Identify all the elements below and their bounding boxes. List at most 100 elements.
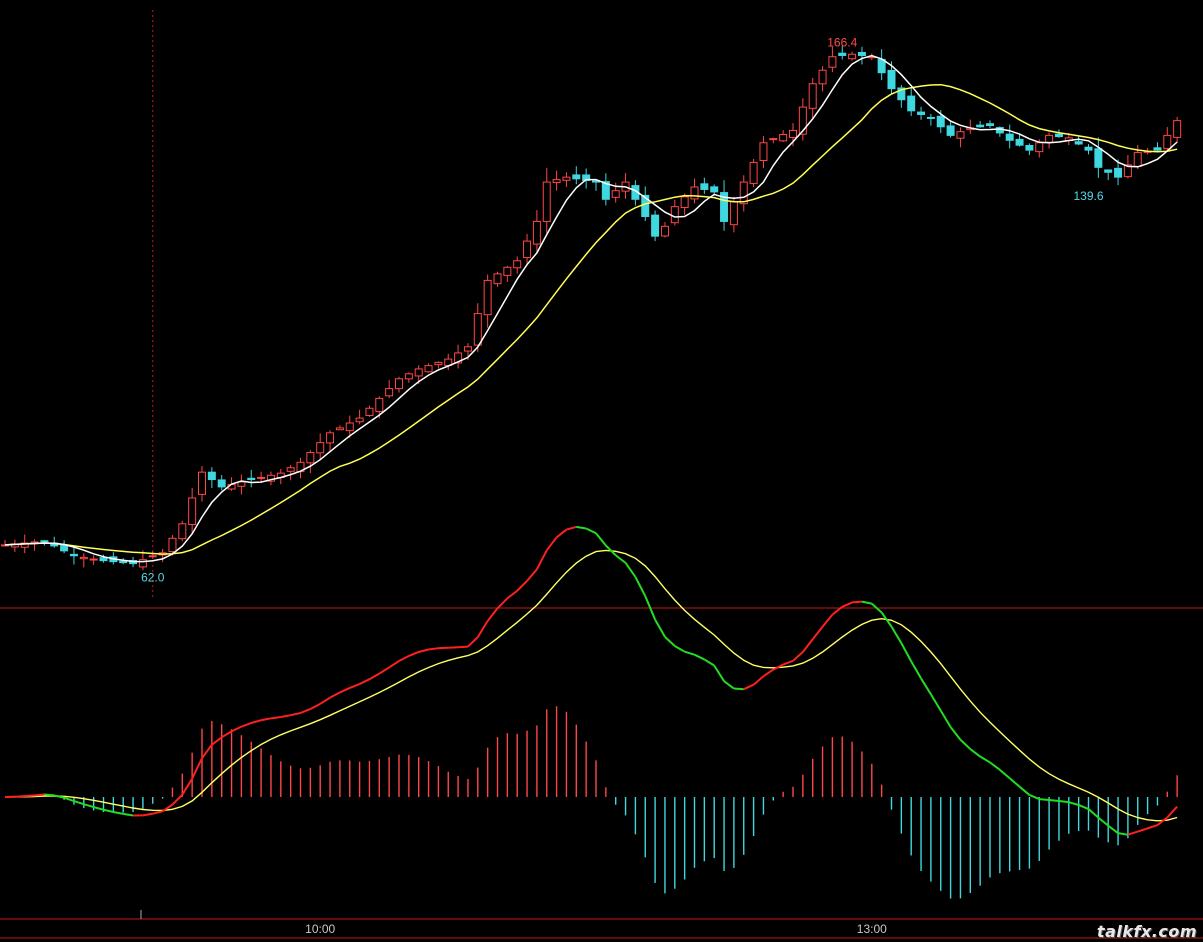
candle-body [1163,134,1172,150]
macd-dif-segment [467,636,479,648]
candle-body [395,378,403,390]
candle-body [60,544,69,552]
macd-dif-segment [615,554,627,564]
macd-dif-segment [1166,805,1178,819]
candle-body [660,225,669,237]
candle-body [1084,146,1093,151]
candle [592,180,600,191]
candle-body [1025,145,1034,151]
candle-body [956,131,965,139]
macd-dif-segment [743,683,755,691]
macd-dif-segment [309,702,321,710]
macd-dif-segment [802,638,814,653]
candle-body [414,368,423,377]
macd-dif-segment [694,653,705,661]
candle [69,545,78,565]
candle-body [148,555,157,558]
macd-dif-segment [852,600,863,604]
candle-body [1153,147,1162,151]
macd-dif-segment [181,778,194,796]
macd-dif-segment [142,812,153,817]
macd-dif-segment [280,714,291,719]
candle-body [828,56,837,68]
candle [198,465,206,502]
candle-body [572,174,581,180]
macd-dif-segment [496,597,509,609]
macd-dif-segment [821,614,834,628]
macd-dif-segment [1009,777,1021,788]
candle [296,457,305,479]
candle [148,551,157,559]
macd-dif-segment [999,769,1011,780]
macd-dif-segment [1127,830,1139,836]
candle [10,539,19,552]
candle [237,474,246,495]
macd-dif-segment [300,708,311,714]
candle-body [779,134,788,142]
candle-body [326,432,335,444]
candle-body [789,129,797,138]
candle [60,540,69,554]
watermark: talkfx.com [1096,922,1197,941]
macd-dif-segment [428,647,439,651]
macd-dif-segment [900,642,913,662]
candle-body [808,83,817,109]
candle [50,536,59,548]
macd-dif-segment [713,664,725,682]
candle [266,471,275,486]
macd-dif-segment [476,620,489,638]
candle-body [168,537,177,553]
macd-dif-segment [1029,794,1040,801]
candle-body [907,95,916,112]
macd-dif-segment [703,658,715,667]
candle-body [188,497,197,525]
macd-dif-segment [388,660,400,669]
candle [1084,144,1093,155]
macd-panel [4,525,1178,899]
candle [670,199,679,226]
candle-body [562,176,571,181]
macd-dif-segment [920,677,932,695]
time-axis-label: 13:00 [857,922,887,936]
candle [1153,142,1162,152]
candle-body [79,556,88,560]
macd-dif-segment [486,607,499,622]
candle-body [335,427,344,431]
candle [395,376,403,393]
candle-body [976,124,985,128]
candle-body [887,69,896,90]
macd-dif-segment [930,693,942,712]
candle [493,271,502,287]
macd-dif-segment [555,528,568,539]
macd-dif-segment [83,803,94,809]
candle [355,409,364,425]
candle-body [513,260,522,269]
candle-body [385,388,394,397]
candle-body [404,373,413,380]
macd-dif-segment [762,668,774,678]
candle-body [523,240,532,259]
candle [365,405,374,417]
macd-dif-segment [290,711,301,717]
candle [700,177,709,194]
candle-body [1045,134,1054,143]
candle-body [986,123,994,127]
macd-dif-segment [861,600,872,605]
macd-dif-segment [1048,798,1060,802]
candle-body [1074,141,1083,145]
candle [1173,117,1182,143]
macd-dif-segment [270,716,281,720]
candle-body [217,479,226,488]
candle [1045,132,1054,149]
candle [907,88,916,116]
macd-dif-segment [576,525,587,530]
candle [739,175,748,212]
macd-dif-segment [211,736,223,746]
macd-dif-segment [359,678,370,685]
candle [848,51,857,61]
candle [552,170,561,191]
macd-dif-segment [241,722,252,728]
candle [434,361,443,369]
candle-body [316,442,325,454]
macd-dif-segment [674,645,686,653]
